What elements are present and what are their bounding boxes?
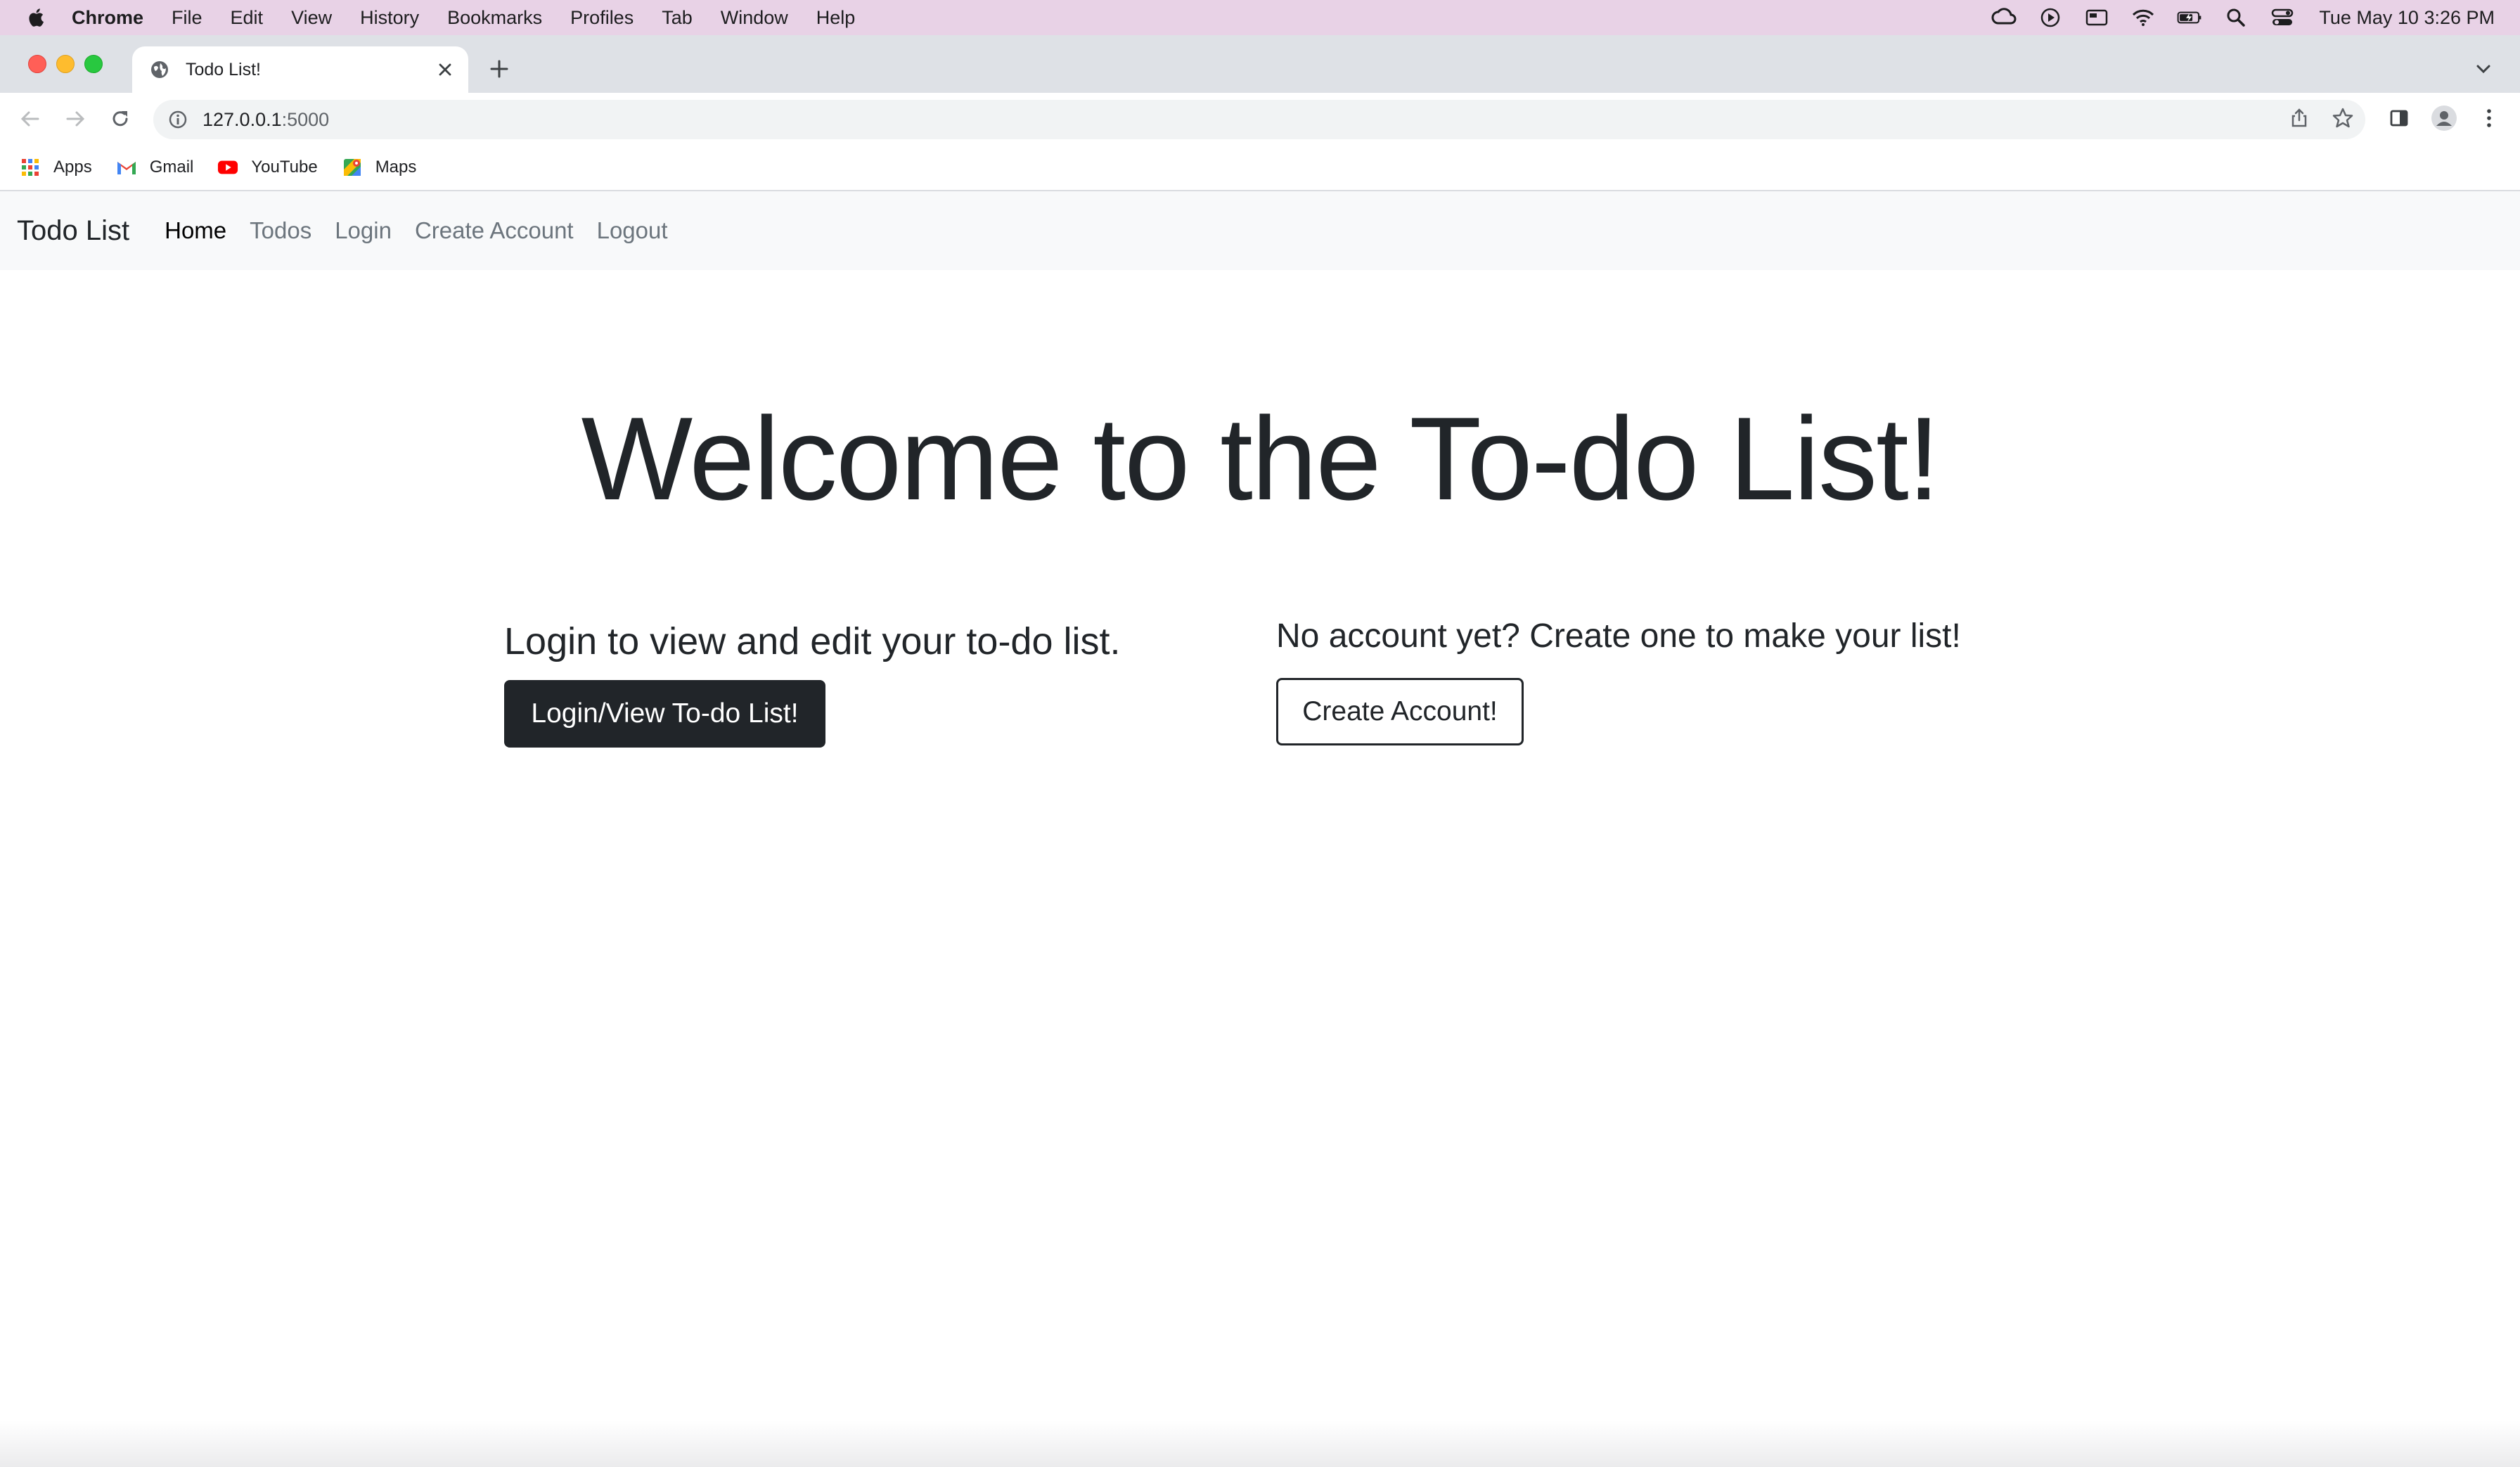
url-text[interactable]: 127.0.0.1:5000 xyxy=(202,109,329,131)
site-info-icon[interactable] xyxy=(167,109,188,130)
globe-icon xyxy=(151,61,168,78)
play-circle-icon[interactable] xyxy=(2038,7,2063,28)
window-zoom-button[interactable] xyxy=(84,55,103,73)
menu-profiles[interactable]: Profiles xyxy=(570,7,634,29)
tab-title: Todo List! xyxy=(186,59,262,79)
url-port: :5000 xyxy=(281,108,330,130)
site-navbar: Todo List Home Todos Login Create Accoun… xyxy=(0,191,2520,270)
creative-cloud-icon[interactable] xyxy=(1991,7,2017,28)
menu-view[interactable]: View xyxy=(291,7,332,29)
nav-link-home[interactable]: Home xyxy=(165,217,226,244)
window-close-button[interactable] xyxy=(28,55,46,73)
login-view-todo-button[interactable]: Login/View To-do List! xyxy=(504,679,825,748)
bookmark-label: Maps xyxy=(375,158,417,177)
nav-link-login[interactable]: Login xyxy=(335,217,392,244)
close-tab-icon[interactable] xyxy=(435,59,456,80)
kebab-menu-icon[interactable] xyxy=(2475,104,2503,132)
display-icon[interactable] xyxy=(2084,7,2109,28)
nav-link-create-account[interactable]: Create Account xyxy=(415,217,574,244)
menu-window[interactable]: Window xyxy=(721,7,788,29)
window-minimize-button[interactable] xyxy=(56,55,75,73)
url-host: 127.0.0.1 xyxy=(202,108,282,130)
macos-menubar: Chrome File Edit View History Bookmarks … xyxy=(0,0,2520,35)
bookmark-label: Apps xyxy=(53,158,92,177)
menu-history[interactable]: History xyxy=(360,7,419,29)
menu-app-name[interactable]: Chrome xyxy=(72,7,143,29)
nav-link-todos[interactable]: Todos xyxy=(250,217,311,244)
bookmark-label: YouTube xyxy=(251,158,318,177)
apps-grid-icon xyxy=(20,157,41,178)
menu-file[interactable]: File xyxy=(172,7,202,29)
reload-icon[interactable] xyxy=(107,105,134,132)
page-title: Welcome to the To-do List! xyxy=(581,392,1941,525)
create-account-button[interactable]: Create Account! xyxy=(1276,677,1524,745)
navbar-brand[interactable]: Todo List xyxy=(17,215,129,247)
menu-bookmarks[interactable]: Bookmarks xyxy=(447,7,542,29)
wifi-icon[interactable] xyxy=(2130,7,2156,28)
spotlight-search-icon[interactable] xyxy=(2223,7,2249,28)
login-column: Login to view and edit your to-do list. … xyxy=(504,619,1235,748)
new-tab-icon[interactable] xyxy=(487,56,512,82)
bookmark-label: Gmail xyxy=(149,158,194,177)
bookmark-maps[interactable]: Maps xyxy=(342,157,417,178)
nav-link-logout[interactable]: Logout xyxy=(597,217,668,244)
bookmark-apps[interactable]: Apps xyxy=(20,157,92,178)
bookmarks-bar: Apps Gmail YouTube Maps xyxy=(0,145,2520,191)
profile-avatar-icon[interactable] xyxy=(2430,104,2458,132)
signup-heading: No account yet? Create one to make your … xyxy=(1276,617,1961,655)
tab-search-chevron-down-icon[interactable] xyxy=(2471,56,2496,82)
menu-tab[interactable]: Tab xyxy=(662,7,693,29)
apple-logo-icon[interactable] xyxy=(27,7,48,28)
forward-arrow-icon[interactable] xyxy=(62,105,89,132)
login-heading: Login to view and edit your to-do list. xyxy=(504,620,1121,662)
address-bar[interactable]: 127.0.0.1:5000 xyxy=(153,100,2365,139)
menubar-clock[interactable]: Tue May 10 3:26 PM xyxy=(2319,7,2495,29)
side-panel-icon[interactable] xyxy=(2385,104,2413,132)
browser-tab-active[interactable]: Todo List! xyxy=(132,46,468,93)
battery-charging-icon[interactable] xyxy=(2177,7,2202,28)
menubar-status-area: Tue May 10 3:26 PM xyxy=(1970,7,2520,29)
share-icon[interactable] xyxy=(2285,104,2313,132)
browser-tab-strip: Todo List! xyxy=(0,35,2520,93)
browser-toolbar: 127.0.0.1:5000 xyxy=(0,93,2520,145)
maps-icon xyxy=(342,157,363,178)
menu-help[interactable]: Help xyxy=(816,7,856,29)
gmail-icon xyxy=(116,157,137,178)
bookmark-gmail[interactable]: Gmail xyxy=(116,157,194,178)
back-arrow-icon[interactable] xyxy=(17,105,44,132)
control-center-icon[interactable] xyxy=(2270,7,2295,28)
bottom-fade-overlay xyxy=(0,1421,2520,1467)
bookmark-youtube[interactable]: YouTube xyxy=(217,157,318,178)
signup-column: No account yet? Create one to make your … xyxy=(1276,616,2050,745)
youtube-icon xyxy=(217,157,238,178)
menu-edit[interactable]: Edit xyxy=(231,7,264,29)
bookmark-star-icon[interactable] xyxy=(2329,104,2357,132)
